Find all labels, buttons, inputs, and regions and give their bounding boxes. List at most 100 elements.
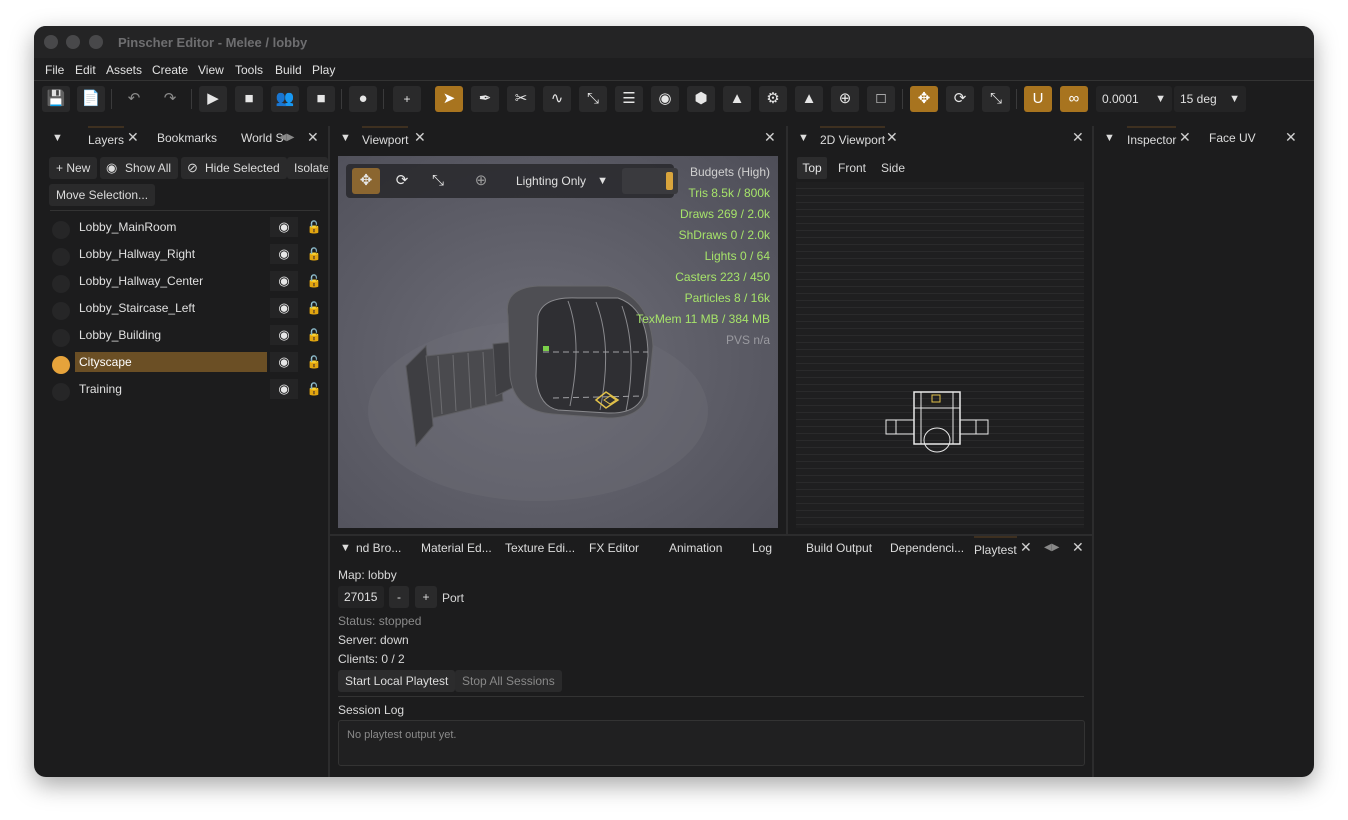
stamp-icon[interactable]: ▲: [723, 86, 751, 112]
view-front-button[interactable]: Front: [838, 161, 866, 175]
eye-icon[interactable]: ◉: [270, 244, 298, 264]
layer-row[interactable]: Lobby_Building ◉ 🔓: [50, 325, 325, 351]
tab-2d-viewport[interactable]: 2D Viewport: [820, 126, 886, 152]
layer-active-toggle[interactable]: [52, 248, 70, 266]
start-playtest-button[interactable]: Start Local Playtest: [338, 670, 456, 692]
cube-icon[interactable]: ⬢: [687, 86, 715, 112]
menu-tools[interactable]: Tools: [235, 63, 263, 77]
menu-play[interactable]: Play: [312, 63, 335, 77]
layer-row[interactable]: Training ◉ 🔓: [50, 379, 325, 405]
close-icon[interactable]: ✕: [764, 129, 776, 146]
menu-view[interactable]: View: [198, 63, 224, 77]
tab-dependencies[interactable]: Dependenci...: [890, 536, 964, 560]
brush-icon[interactable]: ✒: [471, 86, 499, 112]
layer-active-toggle[interactable]: [52, 383, 70, 401]
close-icon[interactable]: ✕: [886, 129, 898, 146]
layer-active-toggle[interactable]: [52, 221, 70, 239]
players-icon[interactable]: 👥: [271, 86, 299, 112]
close-icon[interactable]: ✕: [1072, 539, 1084, 556]
minimize-window-button[interactable]: [66, 35, 80, 49]
close-icon[interactable]: ✕: [1285, 129, 1297, 146]
menu-file[interactable]: File: [45, 63, 64, 77]
close-icon[interactable]: ✕: [307, 129, 319, 146]
view-top-button[interactable]: Top: [797, 157, 827, 179]
ruler-icon[interactable]: ☰: [615, 86, 643, 112]
unlock-icon[interactable]: 🔓: [304, 244, 324, 264]
menu-assets[interactable]: Assets: [106, 63, 142, 77]
slider-handle[interactable]: [666, 172, 673, 190]
unlock-icon[interactable]: 🔓: [304, 217, 324, 237]
eye-icon[interactable]: ◉: [270, 298, 298, 318]
scissors-icon[interactable]: ✂: [507, 86, 535, 112]
resize-icon[interactable]: ⤡: [424, 168, 452, 194]
layer-active-toggle[interactable]: [52, 356, 70, 374]
layer-active-toggle[interactable]: [52, 275, 70, 293]
tab-material-editor[interactable]: Material Ed...: [421, 536, 492, 560]
play-icon[interactable]: ▶: [199, 86, 227, 112]
port-increment-button[interactable]: +: [415, 586, 437, 608]
select-icon[interactable]: ➤: [435, 86, 463, 112]
unlock-icon[interactable]: 🔓: [304, 325, 324, 345]
layer-row[interactable]: Lobby_Staircase_Left ◉ 🔓: [50, 298, 325, 324]
tab-log[interactable]: Log: [752, 536, 772, 560]
eye-icon[interactable]: ◉: [270, 271, 298, 291]
target-icon[interactable]: ⊕: [831, 86, 859, 112]
rotate-icon[interactable]: ⟳: [388, 168, 416, 194]
target-icon[interactable]: ⊕: [467, 168, 495, 194]
view-side-button[interactable]: Side: [881, 161, 905, 175]
close-icon[interactable]: ✕: [414, 129, 426, 146]
unlock-icon[interactable]: 🔓: [304, 379, 324, 399]
magnet-icon[interactable]: U: [1024, 86, 1052, 112]
crop-icon[interactable]: □: [867, 86, 895, 112]
layer-active-toggle[interactable]: [52, 329, 70, 347]
port-decrement-button[interactable]: -: [389, 586, 409, 608]
3d-viewport[interactable]: ✥ ⟳ ⤡ ⊕ Lighting Only ▼ Budgets (High) T…: [338, 156, 778, 528]
panel-menu-icon[interactable]: ▼: [340, 126, 351, 150]
tab-scroll-icon[interactable]: ◀▶: [279, 126, 294, 150]
eye-icon[interactable]: ◉: [270, 325, 298, 345]
gear-icon[interactable]: ⚙: [759, 86, 787, 112]
bulb-icon[interactable]: ●: [349, 86, 377, 112]
render-mode-dropdown[interactable]: Lighting Only ▼: [516, 168, 612, 194]
save-as-icon[interactable]: 📄: [77, 86, 105, 112]
undo-icon[interactable]: ↶: [120, 86, 148, 112]
hide-selected-button[interactable]: ⊘ Hide Selected: [181, 157, 287, 179]
panel-menu-icon[interactable]: ▼: [1104, 126, 1115, 150]
exposure-slider[interactable]: [622, 168, 678, 194]
unlock-icon[interactable]: 🔓: [304, 352, 324, 372]
layer-row[interactable]: Lobby_Hallway_Center ◉ 🔓: [50, 271, 325, 297]
panel-menu-icon[interactable]: ▼: [52, 126, 63, 150]
tab-bookmarks[interactable]: Bookmarks: [157, 126, 217, 150]
triangle-icon[interactable]: ▲: [795, 86, 823, 112]
stop-square-icon[interactable]: ■: [307, 86, 335, 112]
close-icon[interactable]: ✕: [1072, 129, 1084, 146]
close-icon[interactable]: ✕: [1179, 129, 1191, 146]
resize-icon[interactable]: ⤡: [982, 86, 1010, 112]
tab-asset-browser[interactable]: nd Bro...: [356, 536, 401, 560]
panel-menu-icon[interactable]: ▼: [798, 126, 809, 150]
tab-scroll-icon[interactable]: ◀▶: [1044, 536, 1059, 560]
tab-inspector[interactable]: Inspector: [1127, 126, 1177, 152]
tab-playtest[interactable]: Playtest: [974, 536, 1017, 562]
stop-icon[interactable]: ■: [235, 86, 263, 112]
redo-icon[interactable]: ↷: [156, 86, 184, 112]
tab-texture-editor[interactable]: Texture Edi...: [505, 536, 575, 560]
save-icon[interactable]: 💾: [42, 86, 70, 112]
path-icon[interactable]: ∿: [543, 86, 571, 112]
move-icon[interactable]: ✥: [352, 168, 380, 194]
tab-animation[interactable]: Animation: [669, 536, 722, 560]
link-icon[interactable]: ∞: [1060, 86, 1088, 112]
eye-icon[interactable]: ◉: [270, 352, 298, 372]
snap-dropdown[interactable]: 0.0001 ▼: [1096, 86, 1172, 112]
port-input[interactable]: 27015: [338, 586, 384, 608]
show-all-button[interactable]: ◉ Show All: [100, 157, 179, 179]
layer-row[interactable]: Lobby_MainRoom ◉ 🔓: [50, 217, 325, 243]
close-window-button[interactable]: [44, 35, 58, 49]
layer-row[interactable]: Cityscape ◉ 🔓: [50, 352, 325, 378]
unlock-icon[interactable]: 🔓: [304, 271, 324, 291]
close-icon[interactable]: ✕: [1020, 539, 1032, 556]
stop-sessions-button[interactable]: Stop All Sessions: [455, 670, 562, 692]
maximize-window-button[interactable]: [89, 35, 103, 49]
new-layer-button[interactable]: + New: [49, 157, 98, 179]
isolate-button[interactable]: Isolate: [287, 157, 328, 179]
